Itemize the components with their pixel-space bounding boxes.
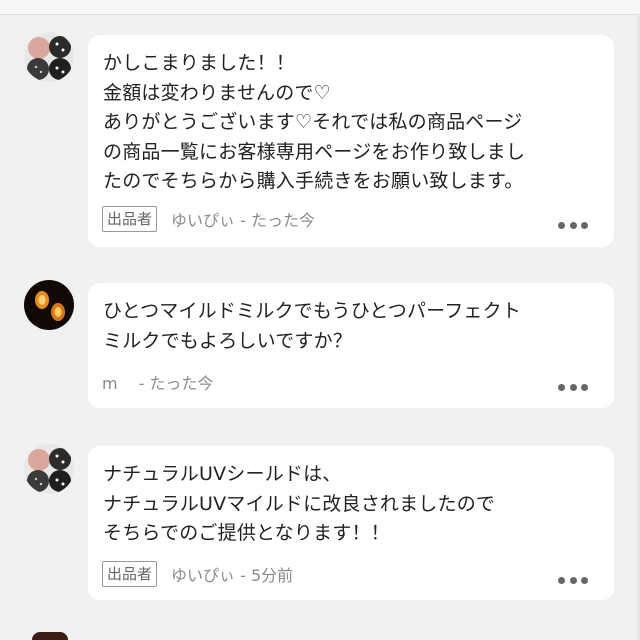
avatar-seller[interactable] xyxy=(24,444,74,494)
comment-text: かしこまりました！！ 金額は変わりませんので♡ ありがとうございます♡それでは私… xyxy=(103,52,526,192)
comment-author-time[interactable]: ゆいぴぃ - 5分前 xyxy=(171,562,293,586)
avatar-seller[interactable] xyxy=(24,32,74,82)
comment-author-time[interactable]: m - たった今 xyxy=(102,370,214,394)
comment-meta: 出品者 ゆいぴぃ - 5分前 xyxy=(102,561,293,587)
comment-bubble: ナチュラルUVシールドは、 ナチュラルUVマイルドに改良されましたので そちらで… xyxy=(88,446,614,600)
comment-bubble: かしこまりました！！ 金額は変わりませんので♡ ありがとうございます♡それでは私… xyxy=(88,35,614,247)
more-dots-icon[interactable] xyxy=(558,221,588,229)
top-divider xyxy=(0,0,640,15)
comment-text: ナチュラルUVシールドは、 ナチュラルUVマイルドに改良されましたので そちらで… xyxy=(103,463,496,544)
comment-author-time[interactable]: ゆいぴぃ - たった今 xyxy=(171,207,315,231)
more-dots-icon[interactable] xyxy=(558,383,588,391)
comment-meta: 出品者 ゆいぴぃ - たった今 xyxy=(102,206,315,232)
seller-badge: 出品者 xyxy=(102,561,158,587)
avatar-buyer[interactable] xyxy=(24,280,74,330)
avatar-next-partial xyxy=(32,632,68,640)
more-dots-icon[interactable] xyxy=(558,576,588,584)
comment-meta: m - たった今 xyxy=(102,370,214,394)
comment-text: ひとつマイルドミルクでもうひとつパーフェクト ミルクでもよろしいですか？ xyxy=(103,300,522,352)
comment-bubble: ひとつマイルドミルクでもうひとつパーフェクト ミルクでもよろしいですか？ m -… xyxy=(88,283,614,408)
seller-badge: 出品者 xyxy=(102,206,158,232)
